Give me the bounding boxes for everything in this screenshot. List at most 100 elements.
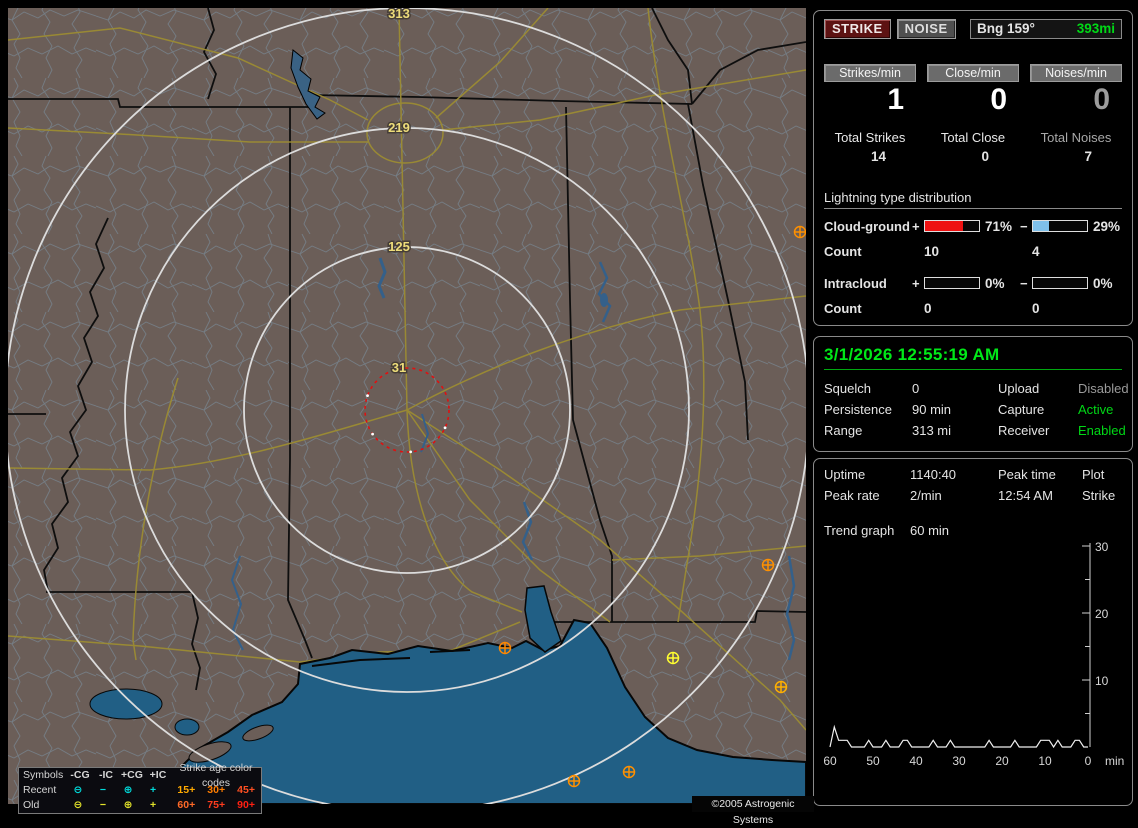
cg-negative-count: 4 — [1032, 243, 1040, 259]
close-per-min-value: 0 — [990, 83, 1007, 116]
legend-header-pos-cg: +CG — [121, 769, 143, 781]
close-per-min-button[interactable]: Close/min — [927, 64, 1019, 82]
x-tick-60: 60 — [823, 754, 837, 768]
range-value: 313 mi — [912, 423, 952, 438]
cg-strike-icon — [567, 774, 581, 788]
peak-time-value: 12:54 AM — [998, 488, 1053, 503]
total-close-value: 0 — [981, 149, 989, 164]
trend-axis — [1082, 543, 1091, 747]
peak-rate-label: Peak rate — [824, 488, 880, 503]
total-strikes-value: 14 — [870, 149, 886, 164]
distance-value: 393mi — [1076, 21, 1115, 36]
age-code-45: 45+ — [237, 784, 255, 796]
cg-negative-bar-fill — [1033, 221, 1049, 231]
strikes-per-min-button[interactable]: Strikes/min — [824, 64, 916, 82]
intracloud-row: Intracloud + 0% − 0% — [824, 275, 1122, 291]
display-mode-toolbar: STRIKE NOISE Bng 159° 393mi — [824, 18, 1122, 39]
ring-label-313: 313 — [388, 8, 410, 21]
lightning-map: 31 125 219 313 Symbols -CG -IC +CG +IC Stri… — [8, 8, 814, 826]
cg-strike-icon — [793, 225, 806, 239]
cloud-ground-count-row: Count 10 4 — [824, 243, 1122, 259]
squelch-label: Squelch — [824, 381, 871, 396]
old-neg-cg-icon: ⊖ — [73, 799, 83, 811]
cg-strike-icon — [774, 680, 788, 694]
peak-time-label: Peak time — [998, 467, 1056, 482]
plot-mode-value: Strike — [1082, 488, 1116, 503]
totals-row: Total Strikes 14 Total Close 0 Total Noi… — [824, 130, 1122, 164]
upload-label: Upload — [998, 381, 1040, 396]
intracloud-label: Intracloud — [824, 275, 887, 291]
intracloud-count-row: Count 0 0 — [824, 300, 1122, 316]
ic-negative-pct: 0% — [1093, 275, 1113, 291]
rate-labels-row: Strikes/min 1 Close/min 0 Noises/min 0 — [824, 64, 1122, 118]
age-code-60: 60+ — [177, 799, 196, 811]
persistence-label: Persistence — [824, 402, 892, 417]
session-trend-panel: Uptime 1140:40 Peak time Plot Peak rate … — [813, 458, 1133, 806]
total-strikes-label: Total Strikes — [834, 130, 906, 145]
noises-per-min-button[interactable]: Noises/min — [1030, 64, 1122, 82]
legend-header-row: Symbols -CG -IC +CG +IC Strike age color… — [19, 762, 261, 789]
datetime-display: 3/1/2026 12:55:19 AM — [824, 345, 1122, 370]
total-close-label: Total Close — [940, 130, 1006, 145]
distribution-title: Lightning type distribution — [824, 190, 1122, 209]
x-axis-unit: min — [1105, 754, 1124, 768]
app-window: 31 125 219 313 Symbols -CG -IC +CG +IC Stri… — [0, 0, 1138, 826]
cg-strike-icon — [498, 641, 512, 655]
total-noises-value: 7 — [1084, 149, 1092, 164]
trend-series-line — [829, 724, 1088, 749]
total-noises-label: Total Noises — [1040, 130, 1112, 145]
x-tick-10: 10 — [1038, 754, 1052, 768]
age-code-15: 15+ — [177, 784, 196, 796]
cg-strike-icon — [761, 558, 775, 572]
ic-count-label: Count — [824, 300, 862, 316]
squelch-value: 0 — [912, 381, 920, 396]
strike-counters-panel: STRIKE NOISE Bng 159° 393mi Strikes/min … — [813, 10, 1133, 326]
cg-positive-count: 10 — [924, 243, 940, 259]
capture-label: Capture — [998, 402, 1045, 417]
recent-pos-ic-icon: + — [149, 784, 157, 796]
peak-rate-value: 2/min — [910, 488, 942, 503]
ring-label-125: 125 — [388, 239, 410, 254]
bearing-value: Bng 159° — [977, 21, 1035, 36]
cg-strike-icon — [622, 765, 636, 779]
minus-sign: − — [1020, 275, 1028, 291]
noises-per-min-value: 0 — [1093, 83, 1110, 116]
recent-neg-ic-icon: − — [99, 784, 107, 796]
map-legend: Symbols -CG -IC +CG +IC Strike age color… — [18, 762, 262, 814]
ic-positive-count: 0 — [924, 300, 932, 316]
strike-mode-button[interactable]: STRIKE — [824, 18, 891, 39]
close-column: Close/min 0 — [927, 64, 1019, 118]
legend-header-neg-cg: -CG — [70, 769, 90, 781]
cg-count-label: Count — [824, 243, 862, 259]
y-tick-30: 30 — [1095, 540, 1109, 554]
copyright-notice: ©2005 Astrogenic Systems — [692, 796, 814, 826]
legend-symbols-label: Symbols — [23, 769, 64, 781]
cg-negative-pct: 29% — [1093, 218, 1121, 234]
x-tick-40: 40 — [909, 754, 923, 768]
minus-sign: − — [1020, 218, 1028, 234]
strikes-column: Strikes/min 1 — [824, 64, 916, 118]
y-tick-20: 20 — [1095, 607, 1109, 621]
recent-pos-cg-icon: ⊕ — [123, 784, 133, 796]
cg-positive-pct: 71% — [985, 218, 1013, 234]
trend-graph: 30 20 10 60 50 40 30 20 10 0 min — [823, 540, 1124, 768]
ic-negative-bar — [1032, 277, 1088, 289]
old-pos-ic-icon: + — [149, 799, 157, 811]
persistence-value: 90 min — [912, 402, 952, 417]
legend-old-label: Old — [23, 799, 40, 811]
ic-positive-pct: 0% — [985, 275, 1005, 291]
uptime-value: 1140:40 — [910, 467, 957, 482]
cloud-ground-row: Cloud-ground + 71% − 29% — [824, 218, 1122, 234]
noise-mode-button[interactable]: NOISE — [896, 18, 956, 39]
ic-negative-count: 0 — [1032, 300, 1040, 316]
uptime-label: Uptime — [824, 467, 866, 482]
plot-label: Plot — [1082, 467, 1105, 482]
old-neg-ic-icon: − — [99, 799, 107, 811]
status-grid: Squelch 0 Upload Disabled Persistence 90… — [824, 381, 1129, 438]
receiver-label: Receiver — [998, 423, 1050, 438]
cg-positive-bar — [924, 220, 980, 232]
x-tick-0: 0 — [1085, 754, 1092, 768]
bearing-readout: Bng 159° 393mi — [970, 18, 1122, 39]
recent-neg-cg-icon: ⊖ — [73, 784, 83, 796]
cg-negative-bar — [1032, 220, 1088, 232]
